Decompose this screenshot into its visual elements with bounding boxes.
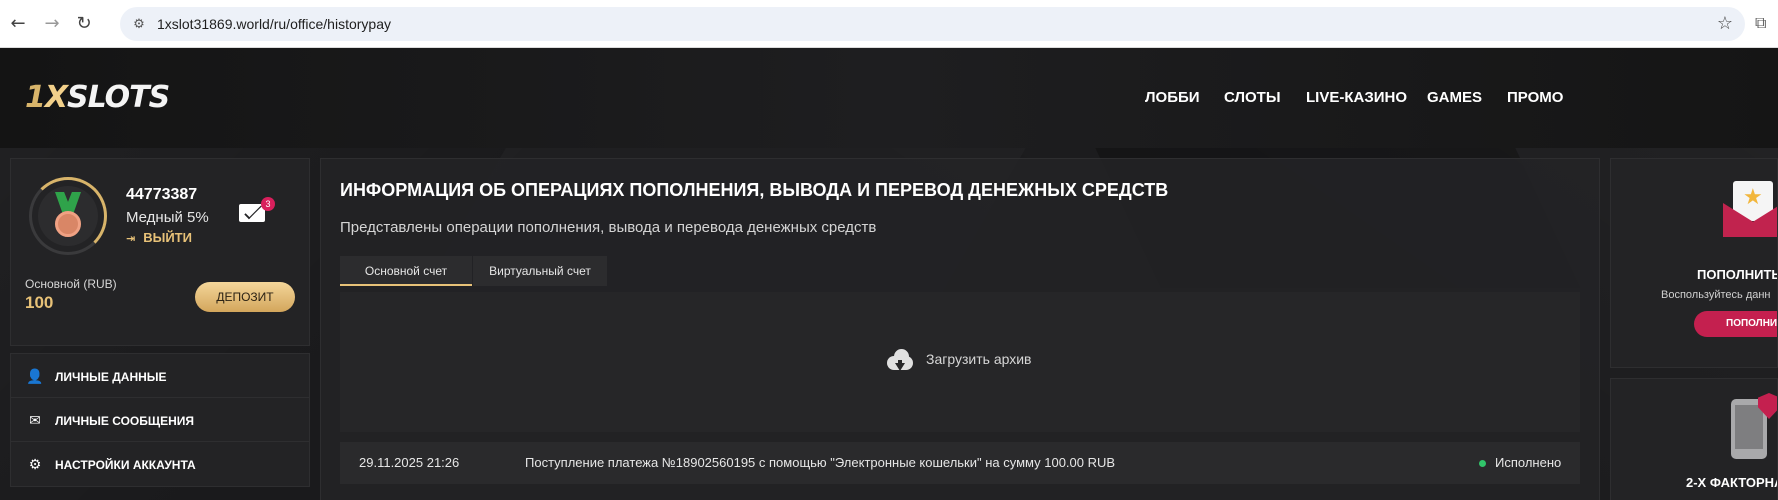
promo-title: ПОПОЛНИТЬ	[1697, 267, 1778, 282]
page-title: ИНФОРМАЦИЯ ОБ ОПЕРАЦИЯХ ПОПОЛНЕНИЯ, ВЫВО…	[340, 180, 1169, 200]
table-row: 29.11.2025 21:26 Поступление платежа №18…	[340, 442, 1580, 484]
tab-main-account[interactable]: Основной счет	[340, 256, 472, 286]
profile-card: 44773387 Медный 5% ⇥ ВЫЙТИ 3 Основной (RU…	[10, 158, 310, 346]
logout-icon: ⇥	[126, 233, 136, 245]
status-badge: Исполнено	[1495, 455, 1562, 470]
promo-text: Воспользуйтесь данн	[1661, 289, 1771, 301]
user-plus-icon: 👤	[26, 369, 44, 385]
promo-deposit-button[interactable]: ПОПОЛНИ	[1694, 311, 1777, 337]
medal-icon	[55, 211, 81, 237]
page-subtitle: Представлены операции пополнения, вывода…	[340, 219, 877, 236]
menu-item-promo[interactable]: ПРОМО	[1507, 48, 1563, 148]
page: 1XSLOTS ЛОББИ СЛОТЫ LIVE-КАЗИНО GAMES ПР…	[0, 48, 1778, 500]
forward-icon[interactable]: →	[40, 12, 64, 36]
operation-description: Поступление платежа №18902560195 с помощ…	[525, 455, 1116, 470]
user-id: 44773387	[126, 186, 198, 203]
archive-download-label[interactable]: Загрузить архив	[926, 348, 1032, 370]
two-factor-title: 2-Х ФАКТОРНАЯ АВ	[1686, 475, 1777, 490]
reload-icon[interactable]: ↻	[72, 12, 96, 36]
deposit-promo-card: ★ ПОПОЛНИТЬ Воспользуйтесь данн ПОПОЛНИ	[1610, 158, 1778, 368]
menu-item-lobby[interactable]: ЛОББИ	[1145, 48, 1200, 148]
two-factor-card: 2-Х ФАКТОРНАЯ АВ	[1610, 378, 1778, 500]
site-header: 1XSLOTS ЛОББИ СЛОТЫ LIVE-КАЗИНО GAMES ПР…	[0, 48, 1778, 148]
gears-icon: ⚙	[28, 457, 42, 473]
bookmark-star-icon[interactable]: ☆	[1717, 7, 1733, 41]
cloud-download-icon	[885, 348, 915, 371]
sidebar-item-personal-data[interactable]: 👤 ЛИЧНЫЕ ДАННЫЕ	[10, 353, 310, 399]
sidebar-item-account-settings[interactable]: ⚙ НАСТРОЙКИ АККАУНТА	[10, 441, 310, 487]
menu-item-slots[interactable]: СЛОТЫ	[1224, 48, 1281, 148]
extensions-icon[interactable]: ⧉	[1755, 12, 1775, 36]
mail-badge: 3	[261, 197, 275, 211]
back-icon[interactable]: ←	[6, 12, 30, 36]
sidebar-item-messages[interactable]: ✉ ЛИЧНЫЕ СООБЩЕНИЯ	[10, 397, 310, 443]
logout-link[interactable]: ⇥ ВЫЙТИ	[126, 230, 192, 245]
envelope-icon: ✉	[29, 413, 41, 429]
tab-virtual-account[interactable]: Виртуальный счет	[473, 256, 607, 286]
balance-value: 100	[25, 293, 54, 312]
menu-item-live-casino[interactable]: LIVE-КАЗИНО	[1306, 48, 1407, 148]
operations-panel: ИНФОРМАЦИЯ ОБ ОПЕРАЦИЯХ ПОПОЛНЕНИЯ, ВЫВО…	[320, 158, 1600, 500]
address-bar[interactable]: ⚙ 1xslot31869.world/ru/office/historypay…	[120, 7, 1745, 41]
deposit-button[interactable]: ДЕПОЗИТ	[195, 282, 295, 312]
browser-toolbar: ← → ↻ ⚙ 1xslot31869.world/ru/office/hist…	[0, 0, 1778, 48]
site-settings-icon[interactable]: ⚙	[130, 15, 148, 33]
balance-label: Основной (RUB)	[25, 277, 117, 291]
status-dot-icon	[1479, 460, 1486, 467]
user-level: Медный 5%	[126, 209, 209, 226]
envelope-star-icon: ★	[1723, 181, 1777, 237]
archive-download-area[interactable]: Загрузить архив	[340, 292, 1580, 432]
site-logo[interactable]: 1XSLOTS	[25, 80, 170, 115]
operation-date: 29.11.2025 21:26	[359, 455, 460, 470]
url-text[interactable]: 1xslot31869.world/ru/office/historypay	[157, 7, 391, 41]
menu-item-games[interactable]: GAMES	[1427, 48, 1482, 148]
